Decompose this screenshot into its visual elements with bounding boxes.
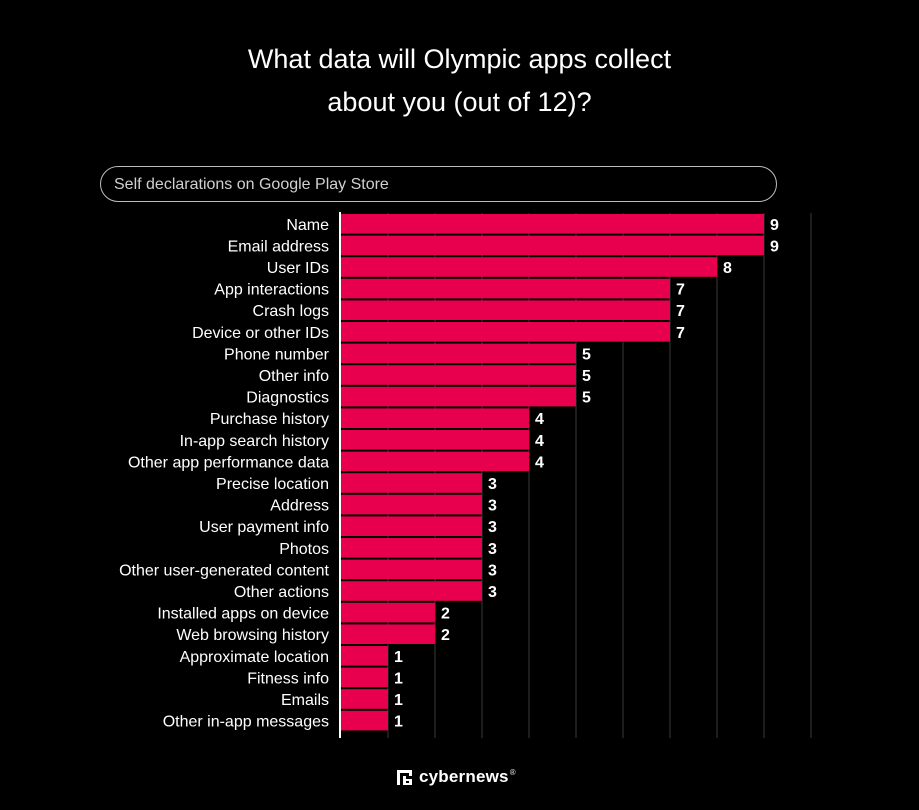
cybernews-logo-icon xyxy=(397,769,412,785)
value-label: 8 xyxy=(723,260,732,277)
value-label: 3 xyxy=(488,562,497,579)
bar xyxy=(341,516,482,536)
bar xyxy=(341,408,529,428)
category-label: Other app performance data xyxy=(128,454,329,471)
value-label: 3 xyxy=(488,541,497,558)
category-label: Diagnostics xyxy=(246,390,329,407)
bar xyxy=(341,559,482,580)
category-label: User payment info xyxy=(199,519,329,536)
bar xyxy=(341,581,482,601)
category-label: App interactions xyxy=(214,282,329,299)
bar xyxy=(341,386,576,407)
bar xyxy=(341,235,764,256)
category-label: Phone number xyxy=(224,346,330,363)
category-label: Other info xyxy=(259,368,329,385)
bar xyxy=(341,667,388,688)
category-label: Crash logs xyxy=(253,303,329,320)
bar xyxy=(341,257,717,277)
category-label: Fitness info xyxy=(247,670,329,687)
value-label: 2 xyxy=(441,606,450,623)
category-label: Installed apps on device xyxy=(157,606,329,623)
category-label: Email address xyxy=(228,238,329,255)
value-label: 2 xyxy=(441,627,450,644)
category-label: Other user-generated content xyxy=(119,562,329,579)
bar xyxy=(341,494,482,515)
bar xyxy=(341,710,388,731)
category-labels: Name Email address User IDs App interaction… xyxy=(119,217,330,731)
bar xyxy=(341,300,670,320)
value-label: 7 xyxy=(676,303,685,320)
bar xyxy=(341,430,529,450)
value-label: 5 xyxy=(582,390,591,407)
bar xyxy=(341,473,482,493)
value-label: 5 xyxy=(582,368,591,385)
bar xyxy=(341,322,670,342)
bar xyxy=(341,624,435,644)
value-label: 7 xyxy=(676,282,685,299)
bar-chart: Name Email address User IDs App interaction… xyxy=(119,212,812,738)
value-label: 3 xyxy=(488,584,497,601)
category-label: Purchase history xyxy=(210,411,329,428)
bar xyxy=(341,343,576,364)
category-label: Precise location xyxy=(216,476,329,493)
category-label: Other actions xyxy=(234,584,329,601)
value-label: 9 xyxy=(770,217,779,234)
bar xyxy=(341,278,670,299)
category-label: Emails xyxy=(281,692,329,709)
value-label: 3 xyxy=(488,519,497,536)
bar xyxy=(341,214,764,234)
value-label: 4 xyxy=(535,411,544,428)
value-label: 5 xyxy=(582,346,591,363)
category-label: User IDs xyxy=(267,260,329,277)
category-label: Name xyxy=(286,217,329,234)
category-label: Address xyxy=(270,498,329,515)
category-label: Photos xyxy=(279,541,329,558)
value-label: 1 xyxy=(394,692,403,709)
value-label: 3 xyxy=(488,498,497,515)
value-label: 4 xyxy=(535,433,544,450)
brand-logo: cybernews® xyxy=(397,767,516,787)
value-label: 9 xyxy=(770,238,779,255)
bar xyxy=(341,451,529,472)
brand-name: cybernews® xyxy=(419,767,516,786)
category-label: Other in-app messages xyxy=(163,714,329,731)
value-label: 1 xyxy=(394,670,403,687)
value-label: 3 xyxy=(488,476,497,493)
bar xyxy=(341,602,435,623)
value-label: 1 xyxy=(394,714,403,731)
value-label: 7 xyxy=(676,325,685,342)
category-label: Approximate location xyxy=(180,649,329,666)
bar xyxy=(341,365,576,385)
category-label: Device or other IDs xyxy=(192,325,329,342)
registered-mark: ® xyxy=(509,768,516,778)
bars xyxy=(341,214,764,731)
bar xyxy=(341,538,482,558)
category-label: Web browsing history xyxy=(176,627,329,644)
category-label: In-app search history xyxy=(180,433,329,450)
bar xyxy=(341,689,388,709)
bar xyxy=(341,646,388,666)
value-label: 4 xyxy=(535,454,544,471)
value-label: 1 xyxy=(394,649,403,666)
